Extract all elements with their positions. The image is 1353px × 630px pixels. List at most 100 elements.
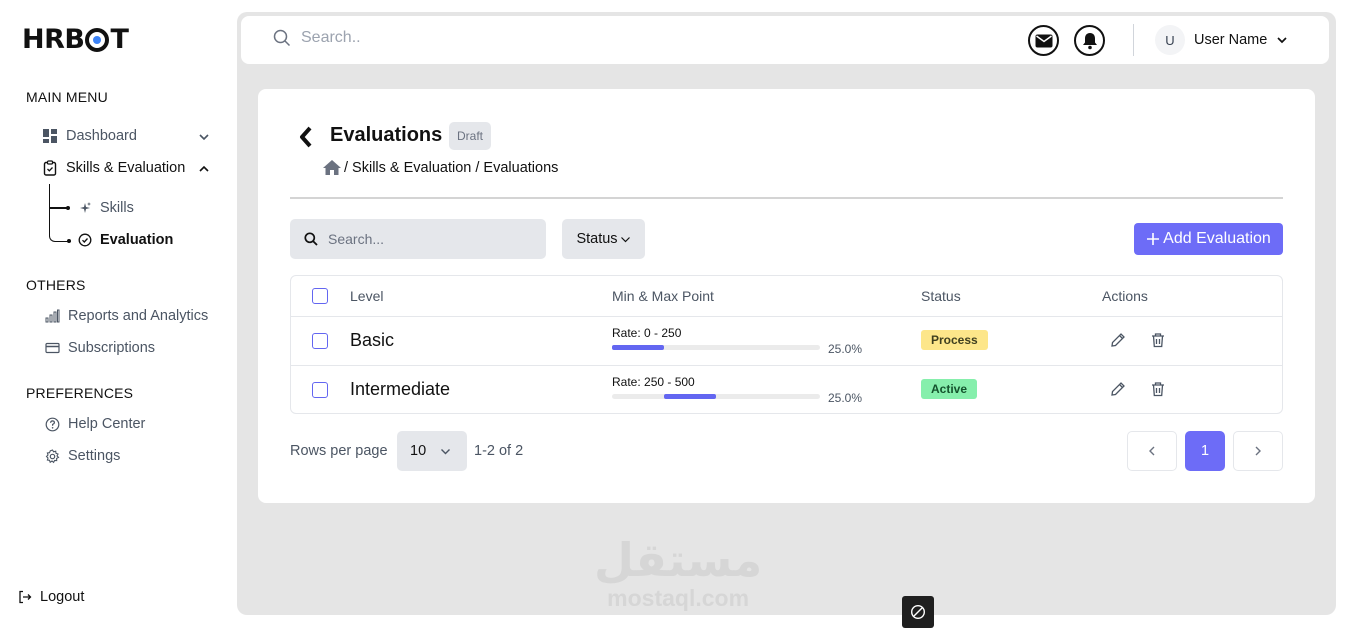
sidebar-item-skills-evaluation[interactable]: Skills & Evaluation <box>42 160 185 176</box>
sidebar-item-settings[interactable]: Settings <box>45 448 120 464</box>
progress-track <box>612 394 820 399</box>
edit-pencil-icon[interactable] <box>1110 332 1126 348</box>
tree-dot <box>67 239 71 243</box>
watermark: مستقل mostaql.com <box>594 535 762 611</box>
chevron-up-icon[interactable] <box>198 164 210 174</box>
sidebar-item-label: Skills & Evaluation <box>66 160 186 176</box>
sidebar-item-skills[interactable]: Skills <box>78 200 134 216</box>
pagination-range: 1-2 of 2 <box>474 443 524 459</box>
sparkle-icon <box>80 202 91 213</box>
global-search[interactable]: Search.. <box>273 29 361 47</box>
rows-per-page-select[interactable]: 10 <box>397 431 467 471</box>
sidebar-item-label: Dashboard <box>66 128 137 144</box>
global-search-placeholder: Search.. <box>301 29 361 46</box>
tree-dot <box>66 206 70 210</box>
logout-icon <box>19 590 32 604</box>
sidebar: HRB T MAIN MENU Dashboard Skills & Evalua… <box>0 0 236 630</box>
search-icon <box>273 29 291 47</box>
chevron-down-icon[interactable] <box>1276 35 1288 45</box>
progress-track <box>612 345 820 350</box>
status-badge: Process <box>921 330 988 350</box>
floating-block-button[interactable] <box>902 596 934 628</box>
level-cell: Basic <box>350 330 395 350</box>
chevron-down-icon[interactable] <box>198 132 210 142</box>
user-name[interactable]: User Name <box>1194 32 1267 48</box>
logo[interactable]: HRB T <box>22 24 129 55</box>
notification-button[interactable] <box>1074 25 1105 56</box>
sidebar-item-label: Subscriptions <box>68 340 156 356</box>
back-arrow-icon[interactable] <box>298 126 314 148</box>
add-evaluation-label: Add Evaluation <box>1163 230 1271 247</box>
main-content: Search.. U User Name Evaluations Draft /… <box>237 12 1336 615</box>
sidebar-item-label: Help Center <box>68 416 146 432</box>
logout-label: Logout <box>40 589 85 605</box>
trash-icon[interactable] <box>1150 381 1166 397</box>
rate-label: Rate: 0 - 250 <box>612 326 682 340</box>
logout-button[interactable]: Logout <box>18 589 84 605</box>
column-header-min-max[interactable]: Min & Max Point <box>612 288 714 304</box>
page-button-current[interactable]: 1 <box>1185 431 1225 471</box>
watermark-arabic: مستقل <box>594 533 763 587</box>
sidebar-item-evaluation[interactable]: Evaluation <box>78 232 173 248</box>
row-checkbox[interactable] <box>312 333 328 349</box>
progress-fill <box>612 345 664 350</box>
avatar[interactable]: U <box>1155 25 1185 55</box>
column-header-status[interactable]: Status <box>921 288 961 304</box>
search-icon <box>304 232 318 246</box>
add-evaluation-button[interactable]: Add Evaluation <box>1134 223 1283 255</box>
bar-chart-icon <box>45 309 60 323</box>
dashboard-icon <box>43 129 57 143</box>
row-divider <box>291 316 1282 317</box>
percent-label: 25.0% <box>828 391 863 405</box>
status-filter-dropdown[interactable]: Status <box>562 219 645 259</box>
submenu-tree-line <box>49 184 71 242</box>
sidebar-item-dashboard[interactable]: Dashboard <box>42 128 137 144</box>
trash-icon[interactable] <box>1150 332 1166 348</box>
logo-eye-icon <box>85 27 110 52</box>
evaluation-search-input[interactable]: Search... <box>290 219 546 259</box>
breadcrumb-path[interactable]: / Skills & Evaluation / Evaluations <box>344 160 558 176</box>
header-divider <box>290 197 1283 199</box>
sidebar-item-reports[interactable]: Reports and Analytics <box>45 308 208 324</box>
rate-label: Rate: 250 - 500 <box>612 375 695 389</box>
row-checkbox[interactable] <box>312 382 328 398</box>
level-cell: Intermediate <box>350 379 451 399</box>
sidebar-item-subscriptions[interactable]: Subscriptions <box>45 340 155 356</box>
draft-badge: Draft <box>449 122 492 150</box>
credit-card-icon <box>45 342 60 354</box>
plus-icon <box>1147 233 1160 245</box>
edit-pencil-icon[interactable] <box>1110 381 1126 397</box>
next-page-button[interactable] <box>1233 431 1283 471</box>
sidebar-item-label: Evaluation <box>100 232 174 248</box>
rows-per-page-label: Rows per page <box>290 443 388 459</box>
help-circle-icon <box>45 417 60 431</box>
watermark-latin: mostaql.com <box>607 585 750 611</box>
page-title: Evaluations <box>330 124 443 146</box>
blocked-icon <box>910 604 926 620</box>
mail-icon <box>1035 34 1052 47</box>
evaluations-table: Level Min & Max Point Status Actions Bas… <box>290 275 1283 414</box>
previous-page-button[interactable] <box>1127 431 1177 471</box>
column-header-level[interactable]: Level <box>350 288 383 304</box>
clipboard-icon <box>43 160 57 176</box>
rows-per-page-value: 10 <box>410 443 427 459</box>
sidebar-item-help-center[interactable]: Help Center <box>45 416 145 432</box>
breadcrumb: / Skills & Evaluation / Evaluations <box>322 159 558 176</box>
top-bar: Search.. U User Name <box>241 16 1329 64</box>
mail-button[interactable] <box>1028 25 1059 56</box>
percent-label: 25.0% <box>828 342 863 356</box>
chevron-down-icon <box>620 236 630 242</box>
chevron-left-icon <box>1149 446 1155 456</box>
gear-icon <box>45 448 60 463</box>
column-header-actions: Actions <box>1102 288 1148 304</box>
sidebar-item-label: Reports and Analytics <box>68 308 209 324</box>
chevron-down-icon <box>441 448 451 454</box>
progress-fill <box>664 394 716 399</box>
section-title-preferences: PREFERENCES <box>26 385 134 401</box>
sidebar-item-label: Skills <box>100 200 134 216</box>
submenu-tree-branch <box>49 207 67 209</box>
sidebar-item-label: Settings <box>68 448 121 464</box>
home-icon[interactable] <box>322 159 342 176</box>
status-filter-label: Status <box>576 231 618 247</box>
select-all-checkbox[interactable] <box>312 288 328 304</box>
